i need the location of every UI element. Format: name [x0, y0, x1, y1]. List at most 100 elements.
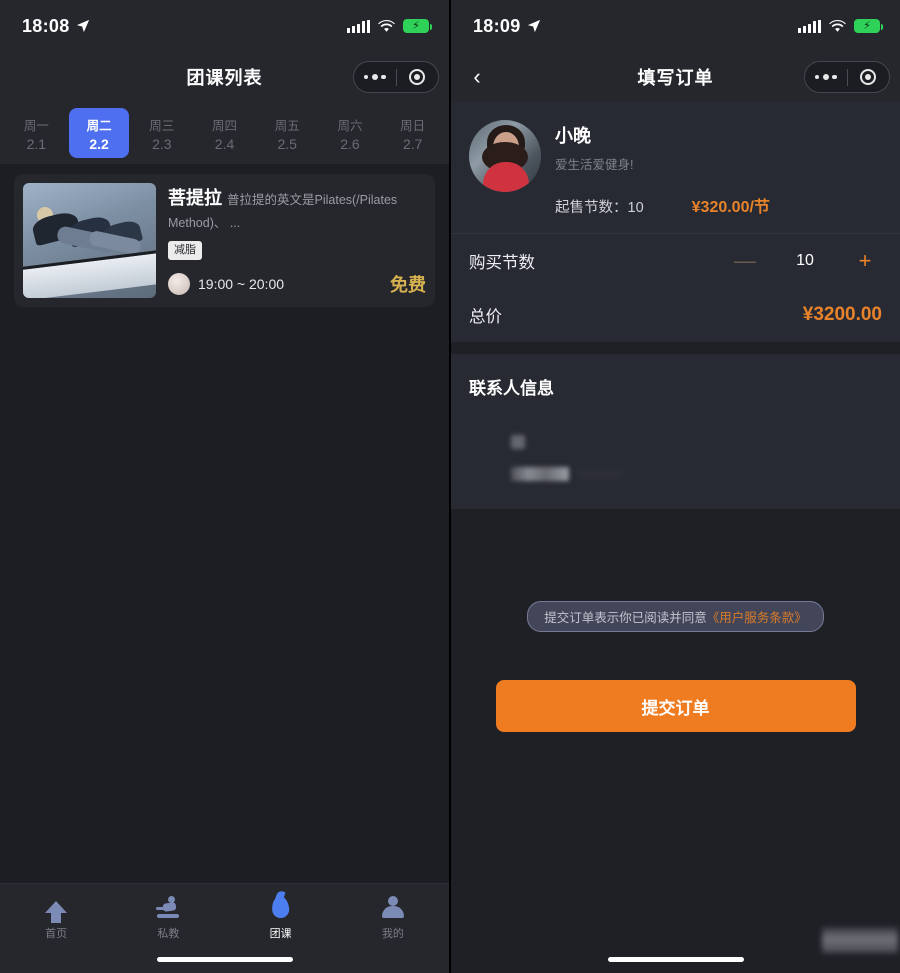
coach-avatar: [168, 272, 190, 295]
more-dots-icon: [814, 74, 837, 80]
close-miniprogram-button[interactable]: [848, 62, 890, 92]
tab-group-class[interactable]: 团课: [225, 894, 337, 941]
redacted-contact-field-1[interactable]: [511, 435, 525, 449]
course-title-line: 菩提拉 普拉提的英文是Pilates(/Pilates Method)、 ...: [168, 185, 426, 234]
order-summary-card: 小晚 爱生活爱健身! 起售节数：10 ¥320.00/节 购买节数 — 10 +: [451, 102, 900, 342]
quantity-label: 购买节数: [469, 254, 535, 272]
target-circle-icon: [409, 69, 426, 85]
submit-row: 提交订单: [451, 680, 900, 732]
increase-quantity-button[interactable]: +: [848, 250, 882, 272]
submit-order-button[interactable]: 提交订单: [495, 680, 856, 732]
trainer-avatar: [469, 120, 541, 192]
dual-screenshot-container: 18:08 ⚡ 团课列表 周一 2.1 周二 2.2 周三 2.3 周四 2.4…: [0, 0, 900, 973]
date-number: 2.5: [277, 135, 297, 152]
date-chip-tue[interactable]: 周二 2.2: [68, 108, 130, 158]
left-nav-bar: 团课列表: [0, 52, 449, 102]
status-time: 18:08: [22, 15, 70, 36]
right-status-bar: 18:09 ⚡: [451, 0, 900, 52]
left-phone-screen: 18:08 ⚡ 团课列表 周一 2.1 周二 2.2 周三 2.3 周四 2.4…: [0, 0, 449, 973]
tab-label: 我的: [381, 928, 404, 940]
trainer-price-row: 起售节数：10 ¥320.00/节: [555, 193, 882, 217]
date-weekday: 周一: [23, 118, 49, 133]
unit-price: ¥320.00/节: [691, 199, 770, 216]
tab-label: 首页: [45, 928, 68, 940]
terms-row: 提交订单表示你已阅读并同意 《用户服务条款》: [451, 601, 900, 632]
target-circle-icon: [860, 69, 877, 85]
date-chip-thu[interactable]: 周四 2.4: [194, 108, 255, 158]
signal-bars-icon: [798, 19, 821, 33]
miniprogram-capsule[interactable]: [804, 61, 890, 93]
terms-link[interactable]: 《用户服务条款》: [707, 607, 807, 626]
wifi-icon: [378, 19, 395, 32]
personal-trainer-icon: [155, 894, 181, 920]
battery-charging-icon: ⚡: [854, 19, 883, 33]
course-card[interactable]: 菩提拉 普拉提的英文是Pilates(/Pilates Method)、 ... …: [14, 174, 435, 307]
date-weekday: 周五: [274, 118, 300, 133]
contact-info-card: 联系人信息: [451, 354, 900, 509]
page-title: 团课列表: [186, 68, 263, 88]
course-price: 免费: [390, 274, 426, 295]
miniprogram-capsule[interactable]: [353, 61, 439, 93]
date-chip-sun[interactable]: 周日 2.7: [382, 108, 443, 158]
date-weekday: 周六: [337, 118, 363, 133]
flame-icon: [268, 894, 294, 920]
status-indicators: ⚡: [347, 19, 432, 33]
tab-personal-training[interactable]: 私教: [112, 894, 224, 941]
tab-label: 私教: [157, 928, 180, 940]
total-price-row: 总价 ¥3200.00: [451, 288, 900, 342]
home-icon: [43, 894, 69, 923]
date-number: 2.7: [402, 135, 423, 152]
more-menu-button[interactable]: [354, 62, 396, 92]
blurred-watermark: [822, 927, 898, 953]
course-meta-row: 19:00 ~ 20:00 免费: [168, 271, 426, 297]
date-number: 2.4: [214, 135, 235, 152]
date-number: 2.1: [26, 135, 47, 152]
quantity-stepper[interactable]: — 10 +: [728, 250, 882, 272]
date-weekday: 周三: [149, 118, 175, 133]
tab-label: 团课: [269, 928, 292, 940]
decrease-quantity-button[interactable]: —: [728, 250, 762, 272]
date-chip-mon[interactable]: 周一 2.1: [6, 108, 67, 158]
more-dots-icon: [363, 74, 386, 80]
section-gap: [451, 342, 900, 354]
page-title: 填写订单: [637, 68, 714, 88]
date-weekday: 周四: [212, 118, 238, 133]
date-number: 2.3: [152, 135, 172, 152]
total-label: 总价: [469, 308, 502, 326]
user-icon: [380, 894, 406, 920]
contact-info-title: 联系人信息: [469, 379, 554, 398]
trainer-name: 小晚: [555, 126, 591, 146]
trainer-meta: 小晚 爱生活爱健身! 起售节数：10 ¥320.00/节: [555, 120, 882, 217]
terms-prefix: 提交订单表示你已阅读并同意: [544, 611, 707, 625]
redacted-contact-field-2[interactable]: [511, 467, 569, 481]
date-chip-wed[interactable]: 周三 2.3: [131, 108, 192, 158]
back-chevron-icon[interactable]: ‹: [465, 65, 489, 89]
quantity-value[interactable]: 10: [762, 252, 848, 270]
date-selector-strip[interactable]: 周一 2.1 周二 2.2 周三 2.3 周四 2.4 周五 2.5 周六 2.…: [0, 102, 449, 164]
trainer-slogan: 爱生活爱健身!: [555, 158, 634, 172]
date-chip-sat[interactable]: 周六 2.6: [320, 108, 381, 158]
battery-charging-icon: ⚡: [403, 19, 432, 33]
date-weekday: 周二: [86, 118, 112, 133]
more-menu-button[interactable]: [805, 62, 847, 92]
course-time: 19:00 ~ 20:00: [198, 275, 285, 292]
status-time: 18:09: [473, 15, 521, 36]
right-phone-screen: 18:09 ⚡ ‹ 填写订单 小晚 爱生活爱健身! 起售节数：10 ¥320.0…: [451, 0, 900, 973]
home-indicator: [607, 957, 744, 962]
date-chip-fri[interactable]: 周五 2.5: [257, 108, 318, 158]
date-number: 2.2: [89, 135, 109, 152]
close-miniprogram-button[interactable]: [397, 62, 439, 92]
home-indicator: [156, 957, 293, 962]
redacted-contact-field-3[interactable]: [577, 469, 623, 479]
trainer-row[interactable]: 小晚 爱生活爱健身! 起售节数：10 ¥320.00/节: [451, 102, 900, 233]
signal-bars-icon: [347, 19, 370, 33]
course-title: 菩提拉: [168, 188, 222, 208]
location-arrow-icon: [527, 19, 540, 33]
left-status-bar: 18:08 ⚡: [0, 0, 449, 52]
quantity-row: 购买节数 — 10 +: [451, 234, 900, 288]
terms-notice[interactable]: 提交订单表示你已阅读并同意 《用户服务条款》: [527, 601, 824, 632]
tab-mine[interactable]: 我的: [337, 894, 449, 941]
course-list: 菩提拉 普拉提的英文是Pilates(/Pilates Method)、 ... …: [0, 164, 449, 317]
tab-home[interactable]: 首页: [0, 894, 112, 941]
status-time-group: 18:09: [473, 16, 541, 37]
